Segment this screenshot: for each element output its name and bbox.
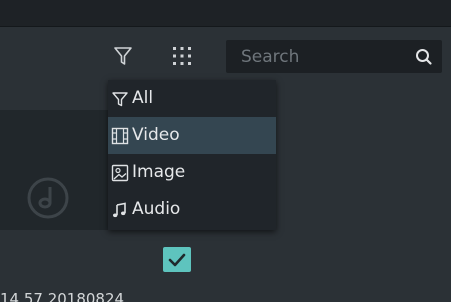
menu-item-audio[interactable]: Audio: [108, 191, 276, 228]
search-box: [226, 40, 442, 73]
film-icon: [111, 127, 129, 145]
menu-item-label: Image: [132, 162, 186, 182]
menu-item-label: Audio: [132, 199, 181, 219]
music-note-icon: [27, 177, 69, 219]
filter-icon: [112, 92, 128, 107]
menu-item-image[interactable]: Image: [108, 154, 276, 191]
item-checkbox[interactable]: [163, 247, 191, 272]
filter-dropdown-menu: All Video Image Audio: [108, 80, 276, 230]
filter-icon: [114, 47, 132, 65]
music-note-icon: [113, 202, 126, 218]
image-icon: [111, 164, 129, 182]
menu-item-label: All: [132, 88, 154, 108]
menu-item-all[interactable]: All: [108, 80, 276, 117]
menu-item-label: Video: [132, 125, 180, 145]
title-bar: [0, 0, 451, 26]
filter-button[interactable]: [108, 41, 138, 71]
grid-icon: [173, 47, 191, 65]
media-toolbar: [0, 27, 451, 81]
media-library-panel: 14 57 20180824 All Video: [0, 0, 451, 302]
search-icon[interactable]: [414, 47, 434, 67]
search-input[interactable]: [226, 40, 421, 73]
checkmark-icon: [168, 253, 186, 266]
grid-view-button[interactable]: [166, 41, 198, 71]
media-filename: 14 57 20180824: [0, 292, 125, 302]
menu-item-video[interactable]: Video: [108, 117, 276, 154]
